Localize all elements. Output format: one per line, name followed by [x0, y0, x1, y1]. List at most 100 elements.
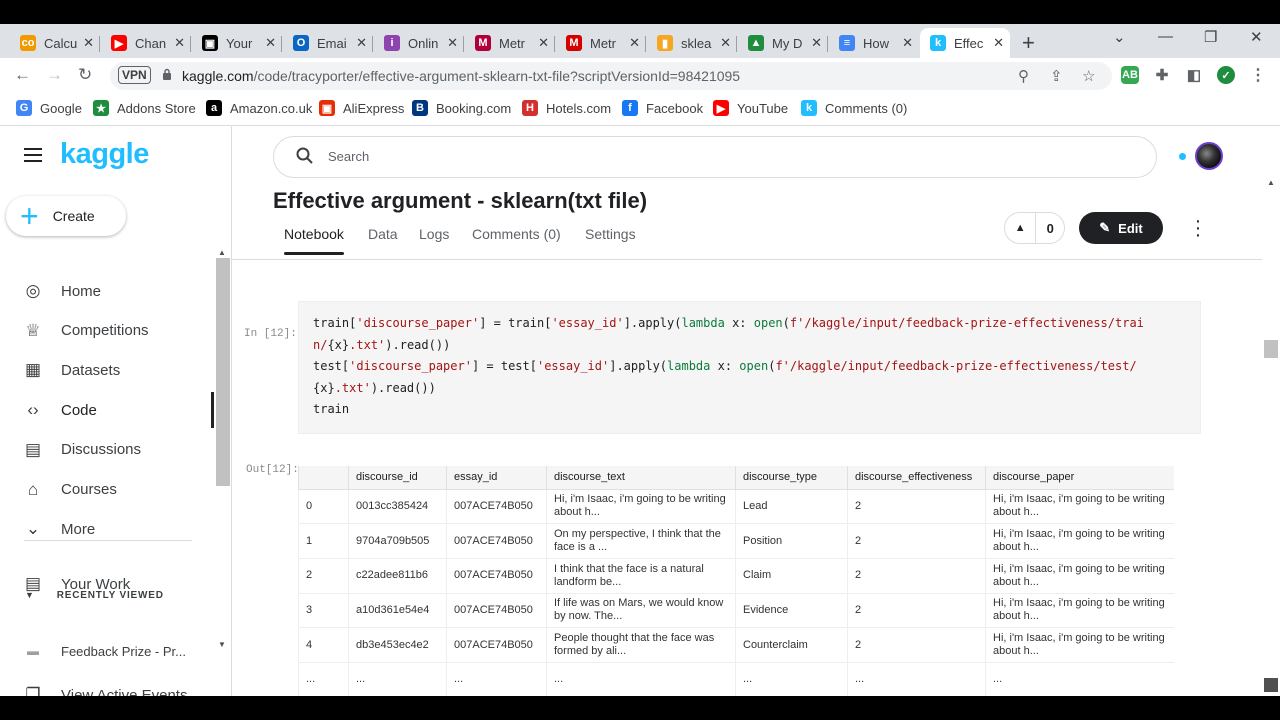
browser-tab[interactable]: ≡ How ✕	[829, 28, 919, 58]
kaggle-logo[interactable]: kaggle	[60, 138, 149, 171]
tab-close-icon[interactable]: ✕	[629, 35, 640, 51]
browser-tab[interactable]: ▲ My D ✕	[738, 28, 828, 58]
tab-data[interactable]: Data	[368, 226, 398, 242]
table-cell: 1	[298, 523, 349, 559]
bookmark-favicon-icon: ▣	[319, 100, 335, 116]
zoom-icon[interactable]: ⚲	[1018, 67, 1029, 85]
bookmark-item[interactable]: ▣ AliExpress	[319, 100, 404, 116]
browser-tab[interactable]: ▶ Chan ✕	[101, 28, 191, 58]
back-icon[interactable]: ←	[14, 65, 31, 85]
tab-search-icon[interactable]: ⌄	[1113, 28, 1126, 46]
hamburger-menu-icon[interactable]	[24, 148, 42, 166]
browser-tab[interactable]: co Calcu ✕	[10, 28, 100, 58]
comments-icon: ▤	[24, 439, 42, 459]
close-window-icon[interactable]: ✕	[1250, 28, 1263, 46]
vpn-badge[interactable]: VPN	[118, 66, 151, 84]
minimize-icon[interactable]: —	[1158, 28, 1173, 45]
tab-close-icon[interactable]: ✕	[538, 35, 549, 51]
new-tab-button[interactable]: +	[1022, 30, 1035, 56]
url-text[interactable]: kaggle.com/code/tracyporter/effective-ar…	[182, 68, 740, 84]
column-header: discourse_effectiveness	[847, 466, 986, 490]
sidebar-item-code[interactable]: ‹› Code	[0, 392, 214, 429]
bookmark-item[interactable]: B Booking.com	[412, 100, 511, 116]
upvote-arrow-icon[interactable]: ▲	[1005, 213, 1037, 243]
lock-icon[interactable]	[162, 68, 172, 80]
tab-close-icon[interactable]: ✕	[83, 35, 94, 51]
table-cell: Hi, i'm Isaac, i'm going to be writing a…	[985, 489, 1174, 525]
browser-tab[interactable]: i Onlin ✕	[374, 28, 464, 58]
sidebar-scrollbar[interactable]: ▲ ▼	[214, 248, 230, 649]
upvote-widget[interactable]: ▲ 0	[1004, 212, 1065, 244]
browser-tab[interactable]: O Emai ✕	[283, 28, 373, 58]
bookmark-star-icon[interactable]: ☆	[1082, 67, 1095, 85]
sidebar-item-view-active-events[interactable]: ❐ View Active Events	[0, 677, 214, 696]
search-input[interactable]: Search	[328, 149, 369, 164]
tab-close-icon[interactable]: ✕	[902, 35, 913, 51]
restore-icon[interactable]: ❐	[1204, 28, 1217, 46]
tab-close-icon[interactable]: ✕	[811, 35, 822, 51]
table-row: .....................	[298, 662, 1174, 696]
tab-separator	[281, 36, 282, 52]
table-cell: 0	[298, 489, 349, 525]
bookmark-item[interactable]: H Hotels.com	[522, 100, 611, 116]
vote-count: 0	[1046, 220, 1054, 236]
tab-favicon-icon: ▣	[202, 35, 218, 51]
sidebar-item-datasets[interactable]: ▦ Datasets	[0, 352, 214, 388]
browser-tab[interactable]: k Effec ✕	[920, 28, 1010, 58]
tab-close-icon[interactable]: ✕	[993, 35, 1004, 51]
page-scrollbar[interactable]: ▲	[1262, 178, 1280, 696]
side-panel-icon[interactable]: ◧	[1185, 66, 1203, 84]
tab-close-icon[interactable]: ✕	[356, 35, 367, 51]
user-avatar[interactable]	[1195, 142, 1223, 170]
tab-settings[interactable]: Settings	[585, 226, 636, 242]
table-cell: Hi, i'm Isaac, i'm going to be writing a…	[985, 523, 1174, 559]
sidebar-item-discussions[interactable]: ▤ Discussions	[0, 432, 214, 468]
bookmark-item[interactable]: G Google	[16, 100, 82, 116]
extensions-puzzle-icon[interactable]: ✚	[1153, 66, 1171, 84]
sidebar-item-label: More	[61, 520, 96, 538]
bookmark-item[interactable]: a Amazon.co.uk	[206, 100, 312, 116]
forward-icon[interactable]: →	[46, 65, 63, 85]
table-cell: 2	[847, 523, 986, 559]
reload-icon[interactable]: ↻	[78, 65, 92, 85]
bookmark-item[interactable]: k Comments (0)	[801, 100, 907, 116]
shield-extension-icon[interactable]: ✓	[1217, 66, 1235, 84]
sidebar-item-competitions[interactable]: ♕ Competitions	[0, 313, 214, 349]
bookmark-item[interactable]: ★ Addons Store	[93, 100, 196, 116]
school-icon: ⌂	[27, 479, 39, 499]
bookmark-item[interactable]: ▶ YouTube	[713, 100, 788, 116]
adblock-extension-icon[interactable]: AB	[1121, 66, 1139, 84]
code-cell[interactable]: train['discourse_paper'] = train['essay_…	[298, 301, 1201, 434]
tab-close-icon[interactable]: ✕	[174, 35, 185, 51]
recent-item[interactable]: ▬ Feedback Prize - Pr...	[0, 633, 214, 669]
tab-title: My D	[772, 35, 803, 51]
sidebar-item-courses[interactable]: ⌂ Courses	[0, 472, 214, 508]
browser-tab[interactable]: ▮ sklea ✕	[647, 28, 737, 58]
tab-comments[interactable]: Comments (0)	[472, 226, 561, 242]
browser-tab[interactable]: M Metr ✕	[556, 28, 646, 58]
tab-logs[interactable]: Logs	[419, 226, 449, 242]
more-options-icon[interactable]: · · ·	[1192, 211, 1204, 245]
sidebar-item-home[interactable]: ◎ Home	[0, 273, 214, 309]
tab-close-icon[interactable]: ✕	[447, 35, 458, 51]
browser-tab[interactable]: M Metr ✕	[465, 28, 555, 58]
recently-viewed-heading[interactable]: ▼ RECENTLY VIEWED	[25, 590, 164, 601]
tab-close-icon[interactable]: ✕	[720, 35, 731, 51]
sidebar-item-more[interactable]: ⌄ More	[0, 511, 214, 547]
sidebar-item-label: Discussions	[61, 441, 142, 459]
bookmark-item[interactable]: f Facebook	[622, 100, 703, 116]
kaggle-search[interactable]: Search	[273, 136, 1157, 178]
create-button[interactable]: + Create	[6, 196, 126, 236]
tab-close-icon[interactable]: ✕	[265, 35, 276, 51]
share-icon[interactable]: ⇪	[1050, 67, 1063, 85]
table-row: 0 0013cc385424 007ACE74B050 Hi, i'm Isaac, …	[298, 489, 1174, 525]
browser-menu-icon[interactable]: ⋮	[1249, 66, 1267, 84]
tab-notebook[interactable]: Notebook	[284, 226, 344, 255]
table-cell: Counterclaim	[735, 627, 848, 663]
edit-button[interactable]: ✎ Edit	[1079, 212, 1163, 244]
sidebar-item-label: Code	[61, 401, 97, 419]
browser-tab[interactable]: ▣ Your ✕	[192, 28, 282, 58]
address-bar[interactable]: VPN kaggle.com/code/tracyporter/effectiv…	[110, 62, 1112, 90]
table-cell: 3	[298, 593, 349, 629]
tab-title: Metr	[590, 35, 616, 51]
